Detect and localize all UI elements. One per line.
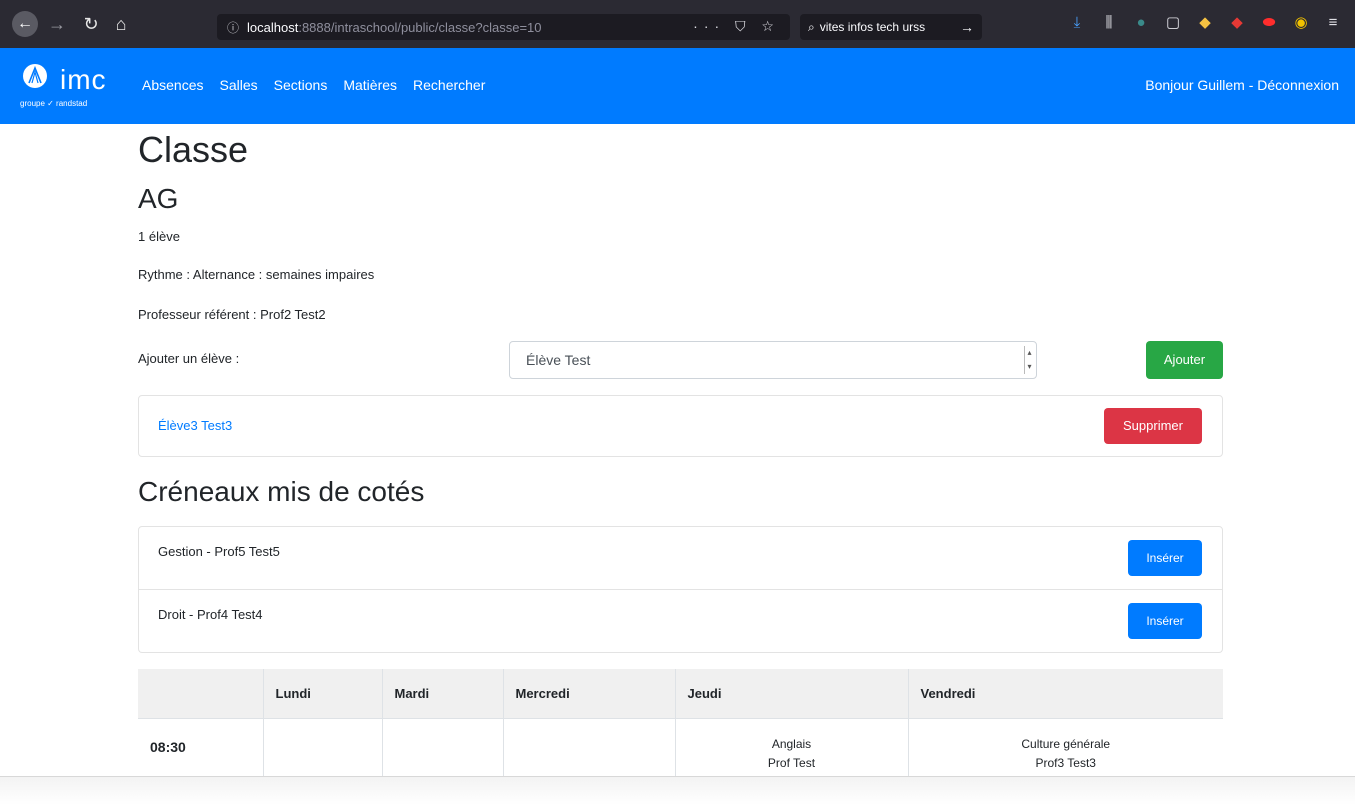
user-logout-link[interactable]: Bonjour Guillem - Déconnexion xyxy=(1145,77,1339,93)
add-student-button[interactable]: Ajouter xyxy=(1146,341,1223,379)
search-text: vites infos tech urss xyxy=(819,20,926,34)
insert-slot-button[interactable]: Insérer xyxy=(1128,540,1202,576)
shell-logo-icon xyxy=(23,64,47,88)
extension-stop-icon[interactable]: ⬬ xyxy=(1260,14,1278,32)
rythme-info: Rythme : Alternance : semaines impaires xyxy=(138,267,375,282)
slot-teacher: Prof Test xyxy=(767,755,816,770)
extension-globe-icon[interactable]: ● xyxy=(1132,14,1150,32)
slot-teacher: Prof3 Test3 xyxy=(1035,755,1096,770)
main-nav: Absences Salles Sections Matières Recher… xyxy=(142,77,485,93)
info-icon[interactable]: ⓘ xyxy=(227,19,239,36)
slot-subject: Anglais xyxy=(771,736,812,751)
brand-subtitle: groupe ✓ randstad xyxy=(20,99,88,108)
student-list-item: Élève3 Test3 Supprimer xyxy=(138,395,1223,457)
url-bar[interactable]: ⓘ localhost :8888/intraschool/public/cla… xyxy=(217,14,790,40)
timetable-header-day: Lundi xyxy=(263,669,383,718)
reserved-slot-text: Droit - Prof4 Test4 xyxy=(158,607,263,622)
slot-subject: Culture générale xyxy=(1021,736,1111,751)
back-arrow-icon[interactable]: ← xyxy=(12,11,38,37)
browser-toolbar: ← → ↻ ⌂ ⓘ localhost :8888/intraschool/pu… xyxy=(0,0,1355,48)
library-icon[interactable]: ⫼ xyxy=(1100,14,1118,32)
referent-teacher: Professeur référent : Prof2 Test2 xyxy=(138,307,326,322)
extension-chrome-icon[interactable]: ◉ xyxy=(1292,14,1310,32)
student-select-value: Élève Test xyxy=(526,352,591,368)
search-icon: ⌕ xyxy=(808,19,815,34)
timetable-header-day: Mercredi xyxy=(503,669,676,718)
student-count: 1 élève xyxy=(138,229,180,244)
url-path: :8888/intraschool/public/classe?classe=1… xyxy=(298,19,542,35)
window-bottom-edge xyxy=(0,776,1355,805)
extension-chat-icon[interactable]: ◆ xyxy=(1196,14,1214,32)
nav-link-absences[interactable]: Absences xyxy=(142,77,203,93)
select-stepper-icon[interactable]: ▴ ▾ xyxy=(1024,346,1034,374)
nav-link-salles[interactable]: Salles xyxy=(219,77,257,93)
timetable-header-row: Lundi Mardi Mercredi Jeudi Vendredi xyxy=(138,669,1223,718)
insert-slot-button[interactable]: Insérer xyxy=(1128,603,1202,639)
url-host: localhost xyxy=(247,19,299,35)
reserved-slot-text: Gestion - Prof5 Test5 xyxy=(158,544,280,559)
nav-link-matieres[interactable]: Matières xyxy=(343,77,397,93)
menu-icon[interactable]: ≡ xyxy=(1324,14,1342,32)
page-actions-icons[interactable]: ··· ⛉ ☆ xyxy=(693,18,780,35)
search-go-arrow-icon[interactable]: → xyxy=(960,19,974,35)
browser-extension-icons: ⤓ ⫼ ● ▢ ◆ ◆ ⬬ ◉ ≡ xyxy=(1068,14,1342,32)
nav-link-rechercher[interactable]: Rechercher xyxy=(413,77,485,93)
reserved-slot-item: Gestion - Prof5 Test5 Insérer xyxy=(138,526,1223,590)
sidebar-icon[interactable]: ▢ xyxy=(1164,14,1182,32)
timetable: Lundi Mardi Mercredi Jeudi Vendredi 08:3… xyxy=(138,669,1223,788)
brand-name: imc xyxy=(60,64,107,95)
timetable-header-time xyxy=(138,669,264,718)
class-name: AG xyxy=(138,183,179,214)
download-icon[interactable]: ⤓ xyxy=(1068,14,1086,32)
student-link[interactable]: Élève3 Test3 xyxy=(158,418,232,433)
student-select[interactable]: Élève Test ▴ ▾ xyxy=(509,341,1037,379)
home-icon[interactable]: ⌂ xyxy=(110,14,132,34)
browser-search-input[interactable]: ⌕ vites infos tech urss → xyxy=(800,14,982,40)
brand-logo[interactable]: imc groupe ✓ randstad xyxy=(20,62,130,114)
reload-icon[interactable]: ↻ xyxy=(80,14,102,34)
extension-diamond-icon[interactable]: ◆ xyxy=(1228,14,1246,32)
timetable-header-day: Jeudi xyxy=(675,669,909,718)
add-student-label: Ajouter un élève : xyxy=(138,351,240,366)
reserved-slots-title: Créneaux mis de cotés xyxy=(138,476,425,507)
page-title: Classe xyxy=(138,129,249,170)
delete-student-button[interactable]: Supprimer xyxy=(1104,408,1202,444)
nav-link-sections[interactable]: Sections xyxy=(274,77,328,93)
reserved-slot-item: Droit - Prof4 Test4 Insérer xyxy=(138,590,1223,653)
timetable-header-day: Vendredi xyxy=(908,669,1223,718)
timetable-header-day: Mardi xyxy=(382,669,504,718)
forward-arrow-icon[interactable]: → xyxy=(46,14,68,34)
